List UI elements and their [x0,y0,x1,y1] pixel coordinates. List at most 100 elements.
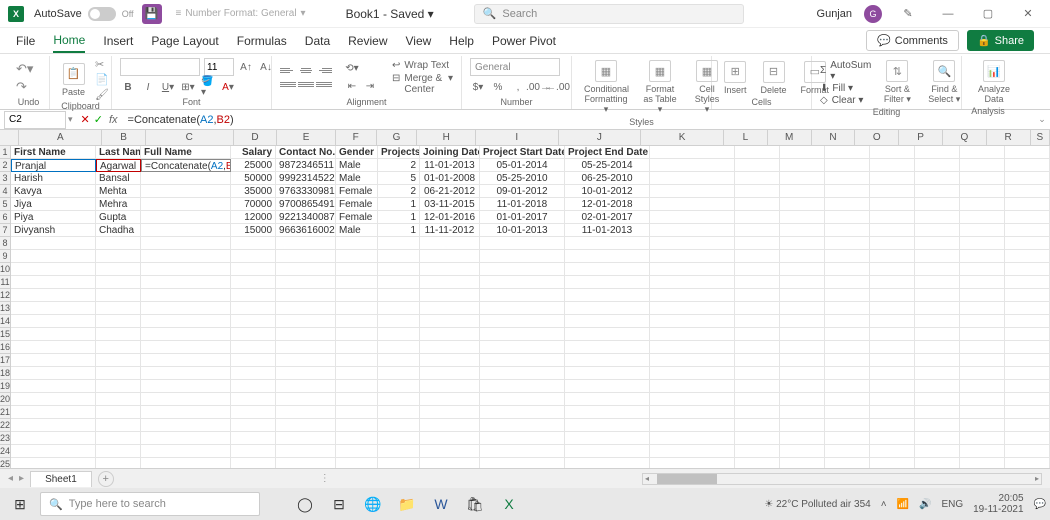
cell-Q8[interactable] [960,237,1005,250]
cell-Q12[interactable] [960,289,1005,302]
column-header-S[interactable]: S [1031,130,1050,145]
paste-button[interactable]: 📋Paste [58,61,89,99]
cell-F7[interactable]: Male [336,224,378,237]
cell-B2[interactable]: Agarwal [96,159,141,172]
cell-A18[interactable] [11,367,96,380]
column-header-J[interactable]: J [559,130,642,145]
autosave-toggle[interactable]: AutoSave Off [34,7,134,21]
cell-N1[interactable] [825,146,870,159]
cell-I8[interactable] [480,237,565,250]
cell-F20[interactable] [336,393,378,406]
cut-icon[interactable]: ✂ [95,58,109,71]
cell-Q9[interactable] [960,250,1005,263]
cell-O2[interactable] [870,159,915,172]
format-as-table-button[interactable]: ▦Format as Table ▾ [638,58,682,117]
cell-P12[interactable] [915,289,960,302]
cell-I23[interactable] [480,432,565,445]
cell-N16[interactable] [825,341,870,354]
cell-H4[interactable]: 06-21-2012 [420,185,480,198]
cell-C2[interactable]: =Concatenate(A2,B2) [141,159,231,172]
cell-I7[interactable]: 10-01-2013 [480,224,565,237]
cell-G19[interactable] [378,380,420,393]
cell-F10[interactable] [336,263,378,276]
tab-page-layout[interactable]: Page Layout [151,30,218,52]
cell-G13[interactable] [378,302,420,315]
cell-R11[interactable] [1005,276,1050,289]
cell-I18[interactable] [480,367,565,380]
cell-Q5[interactable] [960,198,1005,211]
analyze-data-button[interactable]: 📊Analyze Data [970,58,1018,106]
cell-R20[interactable] [1005,393,1050,406]
column-header-A[interactable]: A [19,130,102,145]
cell-N2[interactable] [825,159,870,172]
cell-H9[interactable] [420,250,480,263]
cell-Q1[interactable] [960,146,1005,159]
cell-R17[interactable] [1005,354,1050,367]
cell-D4[interactable]: 35000 [231,185,276,198]
cell-M20[interactable] [780,393,825,406]
column-header-B[interactable]: B [102,130,146,145]
cell-F24[interactable] [336,445,378,458]
row-header-7[interactable]: 7 [0,224,10,237]
conditional-formatting-button[interactable]: ▦Conditional Formatting ▾ [580,58,632,117]
cell-Q23[interactable] [960,432,1005,445]
row-header-11[interactable]: 11 [0,276,10,289]
row-header-5[interactable]: 5 [0,198,10,211]
cell-P9[interactable] [915,250,960,263]
cell-D20[interactable] [231,393,276,406]
cell-M21[interactable] [780,406,825,419]
column-header-F[interactable]: F [336,130,377,145]
cell-A6[interactable]: Piya [11,211,96,224]
cell-R24[interactable] [1005,445,1050,458]
delete-cells-button[interactable]: ⊟Delete [757,59,791,97]
tab-insert[interactable]: Insert [103,30,133,52]
cell-G22[interactable] [378,419,420,432]
cell-E21[interactable] [276,406,336,419]
cell-P1[interactable] [915,146,960,159]
cell-G5[interactable]: 1 [378,198,420,211]
cell-E10[interactable] [276,263,336,276]
cell-Q7[interactable] [960,224,1005,237]
row-header-8[interactable]: 8 [0,237,10,250]
cell-M15[interactable] [780,328,825,341]
cell-F8[interactable] [336,237,378,250]
cell-Q10[interactable] [960,263,1005,276]
cell-L23[interactable] [735,432,780,445]
user-name[interactable]: Gunjan [817,8,852,20]
cell-G11[interactable] [378,276,420,289]
cell-E11[interactable] [276,276,336,289]
cell-P2[interactable] [915,159,960,172]
cell-C21[interactable] [141,406,231,419]
cell-B3[interactable]: Bansal [96,172,141,185]
horizontal-scrollbar[interactable]: ◂▸ [642,473,1042,485]
cell-N11[interactable] [825,276,870,289]
cell-K7[interactable] [650,224,735,237]
column-header-M[interactable]: M [768,130,812,145]
cell-O13[interactable] [870,302,915,315]
cell-G23[interactable] [378,432,420,445]
cell-C8[interactable] [141,237,231,250]
cell-M8[interactable] [780,237,825,250]
cell-O11[interactable] [870,276,915,289]
cell-J9[interactable] [565,250,650,263]
cell-P22[interactable] [915,419,960,432]
cell-Q3[interactable] [960,172,1005,185]
cell-J19[interactable] [565,380,650,393]
cell-K17[interactable] [650,354,735,367]
cell-E6[interactable]: 9221340087 [276,211,336,224]
cell-C17[interactable] [141,354,231,367]
row-header-15[interactable]: 15 [0,328,10,341]
cell-L14[interactable] [735,315,780,328]
merge-center-button[interactable]: ⊟Merge & Center▾ [392,73,453,95]
cell-O20[interactable] [870,393,915,406]
cortana-icon[interactable]: ◯ [294,493,316,515]
cell-L24[interactable] [735,445,780,458]
cell-Q20[interactable] [960,393,1005,406]
cell-N13[interactable] [825,302,870,315]
row-header-12[interactable]: 12 [0,289,10,302]
tab-data[interactable]: Data [305,30,330,52]
row-header-14[interactable]: 14 [0,315,10,328]
cell-B10[interactable] [96,263,141,276]
cell-I21[interactable] [480,406,565,419]
cell-M19[interactable] [780,380,825,393]
